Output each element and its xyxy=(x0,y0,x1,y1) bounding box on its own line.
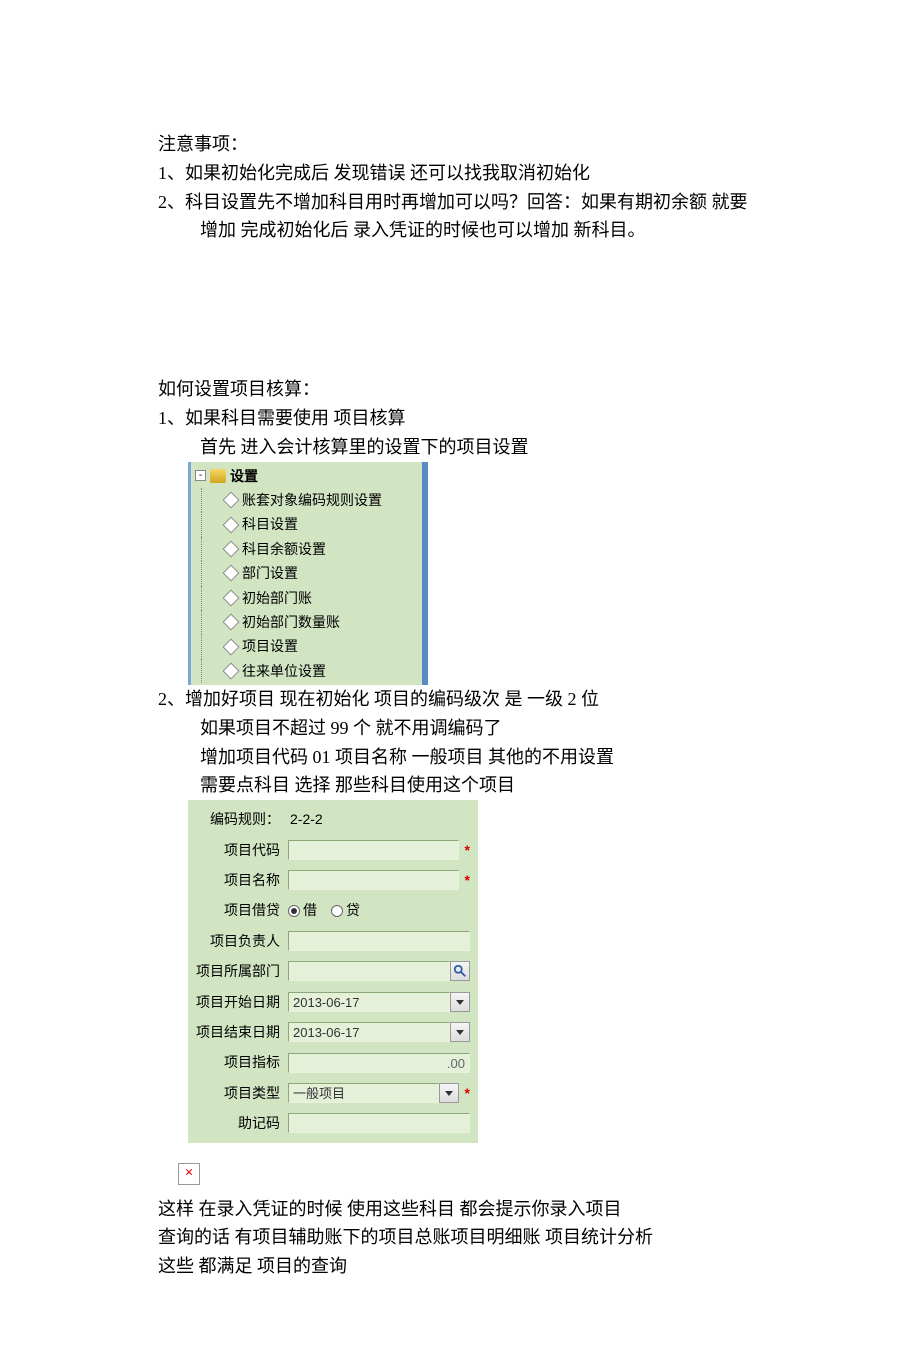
row-project-name: 项目名称 * xyxy=(188,865,478,895)
end-date-dropdown[interactable] xyxy=(450,1022,470,1042)
row-debit-credit: 项目借贷 借 贷 xyxy=(188,895,478,925)
settings-tree: - 设置 账套对象编码规则设置 科目设置 科目余额设置 部门设置 初始部门账 初… xyxy=(188,462,428,686)
radio-credit[interactable]: 贷 xyxy=(331,899,360,921)
leaf-icon xyxy=(223,540,240,557)
label-name: 项目名称 xyxy=(196,869,284,891)
search-icon xyxy=(453,964,467,978)
folder-icon xyxy=(210,469,226,483)
tree-root-label: 设置 xyxy=(230,465,258,487)
radio-icon xyxy=(288,905,300,917)
row-encoding-rule: 编码规则： 2-2-2 xyxy=(188,804,478,834)
collapse-icon[interactable]: - xyxy=(195,470,206,481)
tree-item-subject-settings[interactable]: 科目设置 xyxy=(191,512,422,536)
label-end: 项目结束日期 xyxy=(196,1021,284,1043)
label-type: 项目类型 xyxy=(196,1082,284,1104)
tree-item-init-dept-qty[interactable]: 初始部门数量账 xyxy=(191,610,422,634)
howto-step2-l4: 需要点科目 选择 那些科目使用这个项目 xyxy=(158,771,840,800)
label-dept: 项目所属部门 xyxy=(196,960,284,982)
broken-image-placeholder: × xyxy=(178,1163,200,1185)
notes-section: 注意事项： 1、如果初始化完成后 发现错误 还可以找我取消初始化 2、科目设置先… xyxy=(158,130,840,245)
row-department: 项目所属部门 xyxy=(188,956,478,986)
target-input[interactable]: .00 xyxy=(288,1053,470,1073)
tree-root-node[interactable]: - 设置 xyxy=(191,464,422,488)
leaf-icon xyxy=(223,662,240,679)
required-mark: * xyxy=(463,869,470,891)
howto-step2-l3: 增加项目代码 01 项目名称 一般项目 其他的不用设置 xyxy=(158,743,840,772)
tail-l3: 这些 都满足 项目的查询 xyxy=(158,1252,840,1281)
howto-step2-l2: 如果项目不超过 99 个 就不用调编码了 xyxy=(158,714,840,743)
leaf-icon xyxy=(223,565,240,582)
mnemonic-input[interactable] xyxy=(288,1113,470,1133)
row-target: 项目指标 .00 xyxy=(188,1047,478,1077)
row-owner: 项目负责人 xyxy=(188,926,478,956)
notes-item-2: 2、科目设置先不增加科目用时再增加可以吗？回答：如果有期初余额 就要 xyxy=(158,188,840,217)
project-form: 编码规则： 2-2-2 项目代码 * 项目名称 * 项目借贷 借 贷 项目负责人… xyxy=(188,800,478,1142)
type-select[interactable]: 一般项目 xyxy=(288,1083,439,1103)
value-rule: 2-2-2 xyxy=(288,808,323,830)
tree-item-project-settings[interactable]: 项目设置 xyxy=(191,634,422,658)
leaf-icon xyxy=(223,516,240,533)
notes-item-2-cont: 增加 完成初始化后 录入凭证的时候也可以增加 新科目。 xyxy=(158,216,840,245)
label-drcr: 项目借贷 xyxy=(196,899,284,921)
leaf-icon xyxy=(223,492,240,509)
tail-l2: 查询的话 有项目辅助账下的项目总账项目明细账 项目统计分析 xyxy=(158,1223,840,1252)
howto-heading: 如何设置项目核算： xyxy=(158,375,840,404)
project-code-input[interactable] xyxy=(288,840,459,860)
owner-input[interactable] xyxy=(288,931,470,951)
required-mark: * xyxy=(463,839,470,861)
row-type: 项目类型 一般项目 * xyxy=(188,1078,478,1108)
tree-item-unit-settings[interactable]: 往来单位设置 xyxy=(191,659,422,683)
row-project-code: 项目代码 * xyxy=(188,835,478,865)
required-mark: * xyxy=(463,1082,470,1104)
leaf-icon xyxy=(223,589,240,606)
end-date-input[interactable]: 2013-06-17 xyxy=(288,1022,450,1042)
tree-item-encoding-rules[interactable]: 账套对象编码规则设置 xyxy=(191,488,422,512)
project-name-input[interactable] xyxy=(288,870,459,890)
label-rule: 编码规则： xyxy=(196,808,284,830)
leaf-icon xyxy=(223,638,240,655)
tree-item-init-dept[interactable]: 初始部门账 xyxy=(191,586,422,610)
label-code: 项目代码 xyxy=(196,839,284,861)
notes-item-1: 1、如果初始化完成后 发现错误 还可以找我取消初始化 xyxy=(158,159,840,188)
radio-debit[interactable]: 借 xyxy=(288,899,317,921)
tree-item-dept-settings[interactable]: 部门设置 xyxy=(191,561,422,585)
radio-icon xyxy=(331,905,343,917)
row-mnemonic: 助记码 xyxy=(188,1108,478,1138)
row-end-date: 项目结束日期 2013-06-17 xyxy=(188,1017,478,1047)
label-mnem: 助记码 xyxy=(196,1112,284,1134)
howto-step1-l1: 1、如果科目需要使用 项目核算 xyxy=(158,404,840,433)
tail-l1: 这样 在录入凭证的时候 使用这些科目 都会提示你录入项目 xyxy=(158,1195,840,1224)
dept-lookup-button[interactable] xyxy=(450,961,470,981)
label-start: 项目开始日期 xyxy=(196,991,284,1013)
tree-item-balance-settings[interactable]: 科目余额设置 xyxy=(191,537,422,561)
type-dropdown[interactable] xyxy=(439,1083,459,1103)
howto-step2-l1: 2、增加好项目 现在初始化 项目的编码级次 是 一级 2 位 xyxy=(158,685,840,714)
leaf-icon xyxy=(223,614,240,631)
howto-step1-l2: 首先 进入会计核算里的设置下的项目设置 xyxy=(158,433,840,462)
start-date-input[interactable]: 2013-06-17 xyxy=(288,992,450,1012)
notes-heading: 注意事项： xyxy=(158,130,840,159)
start-date-dropdown[interactable] xyxy=(450,992,470,1012)
broken-image-icon: × xyxy=(185,1166,194,1181)
row-start-date: 项目开始日期 2013-06-17 xyxy=(188,987,478,1017)
dept-input[interactable] xyxy=(288,961,450,981)
label-owner: 项目负责人 xyxy=(196,930,284,952)
label-target: 项目指标 xyxy=(196,1051,284,1073)
